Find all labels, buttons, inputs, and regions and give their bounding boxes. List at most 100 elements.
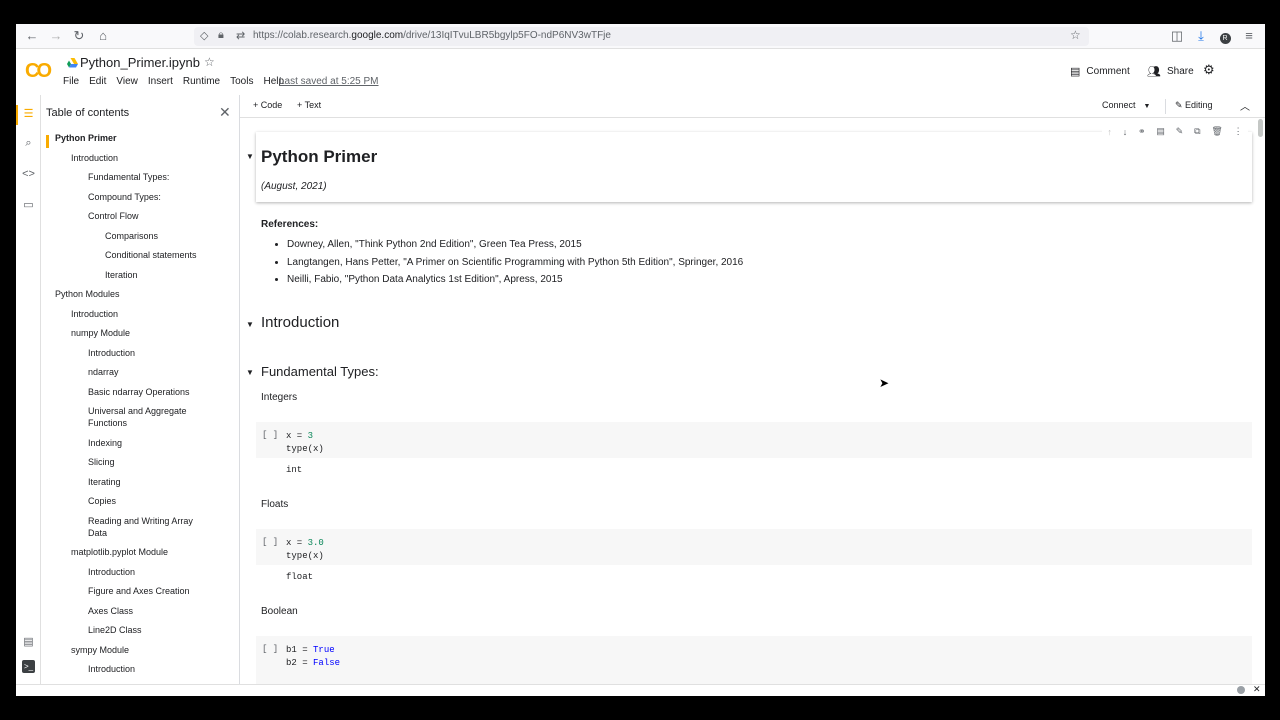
back-icon[interactable]: ← [24,28,40,44]
toc-item[interactable]: Introduction [88,663,135,675]
toolbar-divider [1165,99,1166,114]
toc-item[interactable]: Introduction [88,347,135,359]
run-cell-button[interactable]: [ ] [262,430,278,440]
toc-item[interactable]: Copies [88,495,116,507]
plus-icon: + [253,100,261,110]
toc-item[interactable]: Figure and Axes Creation [88,585,190,597]
run-cell-button[interactable]: [ ] [262,644,278,654]
toc-item[interactable]: Python Modules [55,288,120,300]
code-keyword: False [313,657,341,668]
settings-gear-icon[interactable]: ⚙ [1203,62,1215,78]
toc-item[interactable]: Introduction [71,308,118,320]
folder-icon[interactable]: ▭ [22,199,35,212]
move-up-icon[interactable]: ↑ [1107,127,1112,137]
menu-insert[interactable]: Insert [148,76,173,87]
toc-item[interactable]: Basic ndarray Operations [88,386,190,398]
url-text[interactable]: https://colab.research.google.com/drive/… [253,30,611,41]
collapse-arrow-icon[interactable]: ▼ [246,320,254,329]
toc-item[interactable]: Conditional statements [105,249,197,261]
move-down-icon[interactable]: ↓ [1123,127,1128,137]
notebook-title[interactable]: Python_Primer.ipynb [80,55,200,70]
cell-toolbar: ↑ ↓ ⚭ ▤ ✎ ⧉ 🗑︎ ⋮ [1102,124,1248,139]
toc-item[interactable]: sympy Module [71,644,129,656]
share-button[interactable]: 👥︎ Share [1147,65,1194,78]
comment-cell-icon[interactable]: ▤ [1156,126,1165,137]
reload-icon[interactable]: ↻ [71,28,87,44]
code-editor[interactable]: x = 3.0 type(x) [286,537,324,562]
address-bar[interactable]: ◇ 🔒︎ ⇄ https://colab.research.google.com… [194,27,1089,46]
toc-item[interactable]: Comparisons [105,230,158,242]
toc-item[interactable]: Line2D Class [88,624,142,636]
toc-item[interactable]: Slicing [88,456,115,468]
download-icon[interactable]: ⤓ [1193,28,1209,44]
toc-item[interactable]: Indexing [88,437,122,449]
toc-item[interactable]: Iterating [88,476,121,488]
drive-icon [67,58,78,68]
profile-icon[interactable]: R [1217,28,1233,44]
more-vert-icon[interactable]: ⋮ [1234,126,1243,137]
close-icon[interactable]: ✕ [219,104,231,121]
add-code-button[interactable]: + Code [253,100,282,110]
code-editor[interactable]: x = 3 type(x) [286,430,324,455]
home-icon[interactable]: ⌂ [95,28,111,44]
editing-button[interactable]: ✎ Editing [1175,100,1213,111]
title-text-cell[interactable]: ↑ ↓ ⚭ ▤ ✎ ⧉ 🗑︎ ⋮ Python Primer (August, … [256,124,1252,202]
comment-button[interactable]: ▤ Comment [1070,65,1130,78]
toc-item[interactable]: Compound Types: [88,191,161,203]
people-icon: 👥︎ [1147,66,1161,78]
menu-tools[interactable]: Tools [230,76,253,87]
toc-item[interactable]: matplotlib.pyplot Module [71,546,168,558]
menu-icon[interactable]: ≡ [1241,28,1257,44]
menu-file[interactable]: File [63,76,79,87]
notebook-heading: Python Primer [261,147,378,166]
toc-item[interactable]: Introduction [88,566,135,578]
code-keyword: True [313,645,335,655]
rail-active-indicator [16,105,18,125]
toc-item[interactable]: numpy Module [71,327,130,339]
mirror-cell-icon[interactable]: ⧉ [1194,126,1200,137]
cell-output: int [286,465,303,475]
toc-item[interactable]: Iteration [105,269,138,281]
toc-item[interactable]: Axes Class [88,605,133,617]
colab-logo[interactable]: CO [25,60,52,83]
menu-runtime[interactable]: Runtime [183,76,220,87]
menu-edit[interactable]: Edit [89,76,106,87]
delete-icon[interactable]: 🗑︎ [1211,126,1222,137]
toc-icon[interactable]: ☰ [22,108,35,121]
run-cell-button[interactable]: [ ] [262,537,278,547]
toc-item[interactable]: Python Primer [55,132,117,144]
add-text-button[interactable]: + Text [297,100,321,110]
forward-icon[interactable]: → [48,28,64,44]
code-cell-integers[interactable]: [ ] x = 3 type(x) [256,422,1252,458]
pocket-icon[interactable]: ◫ [1169,28,1185,44]
code-cell-floats[interactable]: [ ] x = 3.0 type(x) [256,529,1252,565]
bookmark-star-icon[interactable]: ☆ [1070,28,1081,42]
toc-item[interactable]: Introduction [71,152,118,164]
toc-active-indicator [46,135,49,148]
menu-view[interactable]: View [116,76,138,87]
comment-label: Comment [1086,66,1130,77]
toc-item[interactable]: Control Flow [88,210,139,222]
search-icon[interactable]: ⌕ [22,137,35,150]
toc-item[interactable]: Fundamental Types: [88,171,169,183]
notebook-scrollbar[interactable] [1258,119,1263,137]
toc-item[interactable]: ndarray [88,366,119,378]
command-palette-icon[interactable]: ▤ [22,636,35,649]
code-snippets-icon[interactable]: <> [22,168,35,181]
star-icon[interactable]: ☆ [204,55,215,69]
chevron-down-icon: ▼ [1143,103,1151,110]
collapse-header-icon[interactable]: ︿ [1240,98,1250,113]
close-status-icon[interactable]: ✕ [1253,684,1261,695]
toc-item[interactable]: Reading and Writing Array Data [88,515,208,539]
toc-item[interactable]: Universal and Aggregate Functions [88,405,208,429]
code-number: 3.0 [307,538,324,548]
edit-pencil-icon[interactable]: ✎ [1176,126,1184,137]
code-editor[interactable]: b1 = True b2 = False [286,644,340,669]
collapse-arrow-icon[interactable]: ▼ [246,152,254,161]
last-saved-link[interactable]: Last saved at 5:25 PM [279,76,379,87]
collapse-arrow-icon[interactable]: ▼ [246,368,254,377]
terminal-icon[interactable]: >_ [22,660,35,673]
connect-button[interactable]: Connect ▼ [1102,100,1150,110]
code-number: 3 [307,431,314,441]
link-icon[interactable]: ⚭ [1138,126,1146,137]
